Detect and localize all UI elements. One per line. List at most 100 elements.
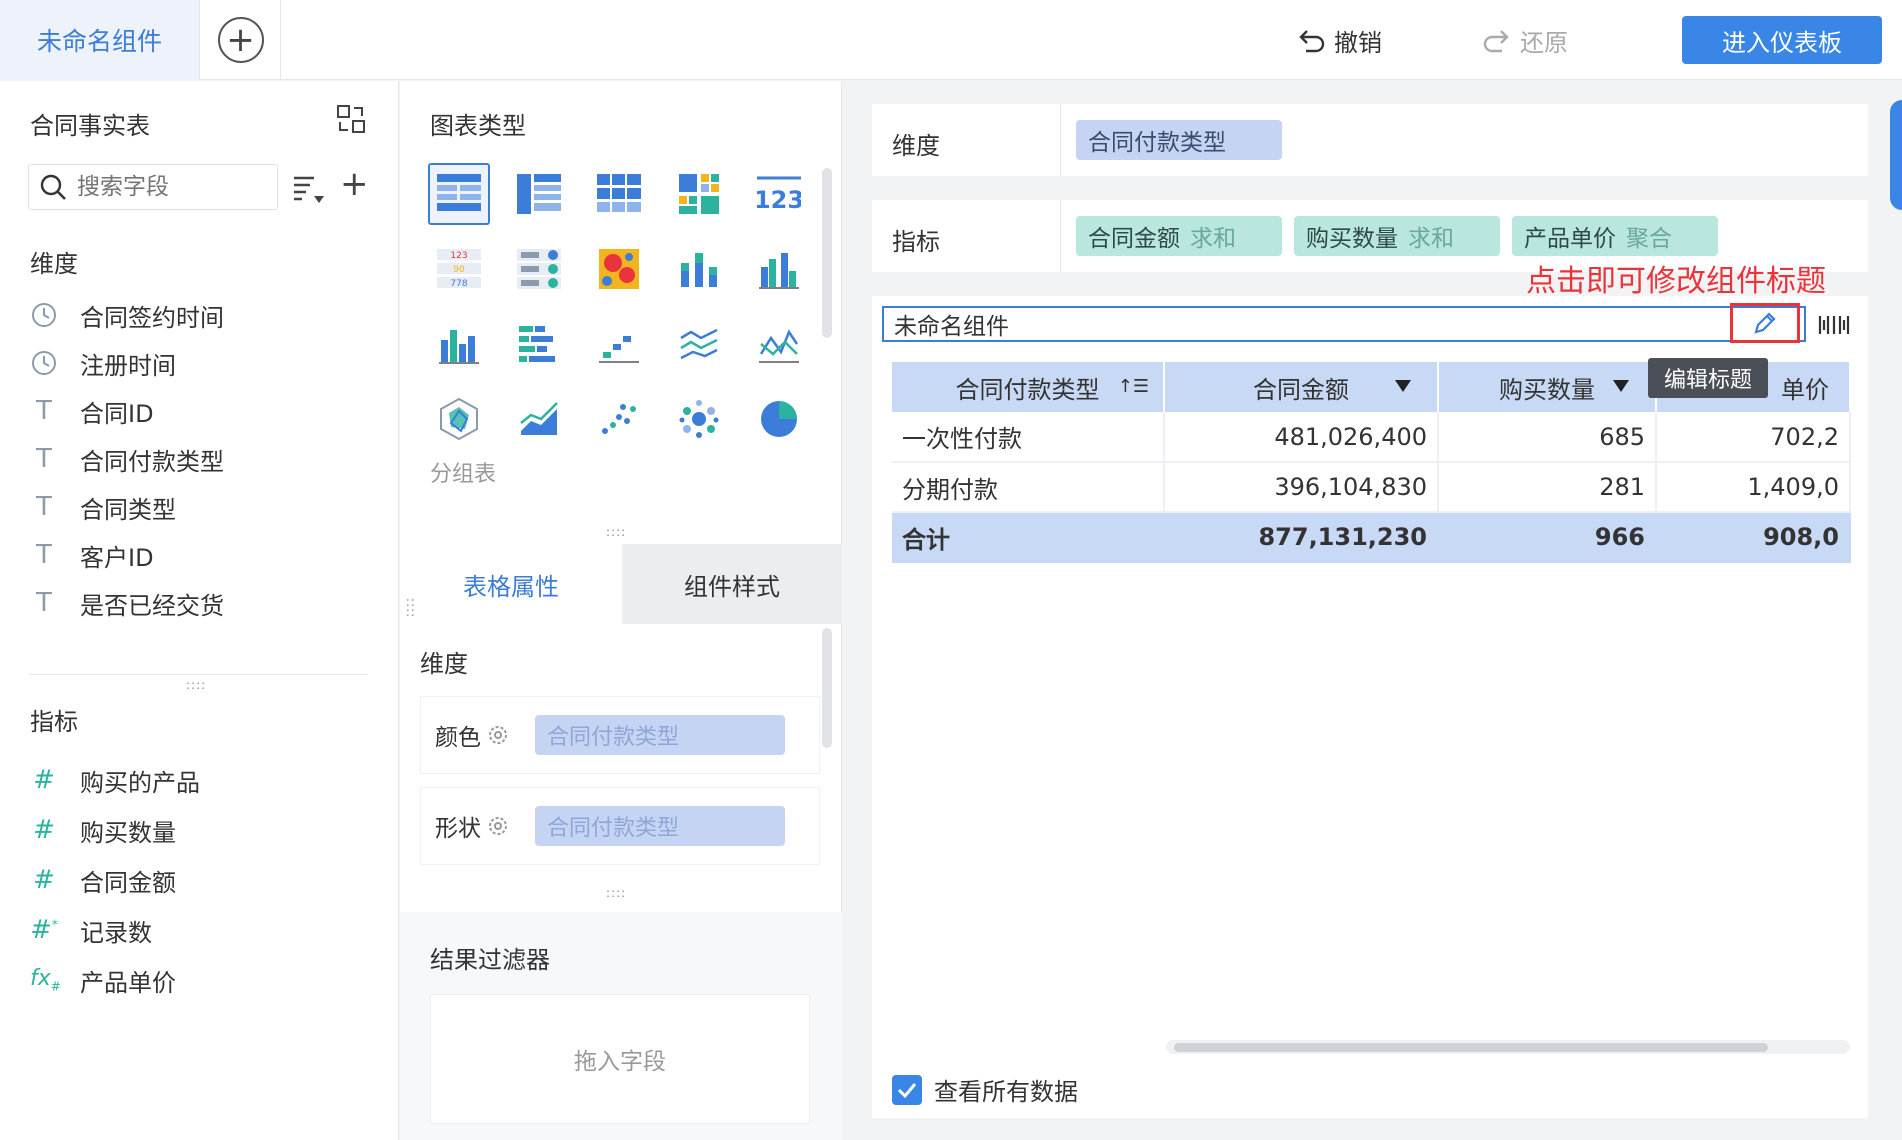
measure-shelf-label: 指标: [892, 228, 940, 256]
heatmap-icon: [599, 249, 639, 289]
tab-component-style[interactable]: 组件样式: [622, 544, 842, 624]
redo-label: 还原: [1520, 28, 1568, 57]
column-header-contract-amount[interactable]: 合同金额: [1164, 362, 1439, 412]
field-item-register-time[interactable]: 注册时间: [30, 343, 176, 383]
sort-filter-icon[interactable]: [292, 170, 328, 206]
color-field-pill[interactable]: 合同付款类型: [535, 715, 785, 755]
chart-type-cross-table[interactable]: [588, 163, 650, 225]
field-item-record-count[interactable]: #* 记录数: [30, 910, 152, 950]
enter-dashboard-button[interactable]: 进入仪表板: [1682, 16, 1882, 64]
text-icon: T: [36, 492, 52, 522]
vertical-grip-icon[interactable]: ::::: [404, 598, 418, 618]
chart-type-horizontal-bar[interactable]: [508, 313, 570, 375]
fx-icon: fx#: [30, 966, 61, 994]
pie-chart-icon: [761, 401, 797, 437]
stacked-bar-icon: [681, 253, 717, 287]
dimension-pill-payment-type[interactable]: 合同付款类型: [1076, 120, 1282, 160]
component-title-field[interactable]: 未命名组件: [882, 306, 1806, 342]
sort-ascending-icon[interactable]: ↑☰: [1118, 376, 1149, 397]
undo-button[interactable]: 撤销: [1296, 20, 1382, 60]
field-item-contract-sign-time[interactable]: 合同签约时间: [30, 295, 224, 335]
chart-type-area[interactable]: [508, 388, 570, 450]
hash-icon: #: [33, 815, 55, 845]
color-property-row[interactable]: 颜色 合同付款类型: [420, 696, 820, 774]
kpi-123-icon: 123: [757, 176, 801, 214]
field-item-contract-amount[interactable]: # 合同金额: [30, 860, 176, 900]
collapse-panel-handle[interactable]: [1890, 100, 1902, 210]
edit-title-button[interactable]: [1730, 303, 1800, 343]
dropdown-triangle-icon[interactable]: [1613, 380, 1629, 392]
properties-scrollbar[interactable]: [822, 628, 832, 748]
chart-type-scatter[interactable]: [588, 388, 650, 450]
grouped-bar-icon: [759, 253, 799, 289]
gear-icon[interactable]: [487, 724, 509, 746]
tab-table-properties[interactable]: 表格属性: [400, 544, 622, 624]
measure-pill-contract-amount[interactable]: 合同金额 求和: [1076, 216, 1282, 256]
header-label: 单价: [1781, 375, 1829, 404]
view-all-data-checkbox[interactable]: 查看所有数据: [892, 1072, 1078, 1107]
chart-type-heatmap[interactable]: [588, 238, 650, 300]
checkbox-checked-icon[interactable]: [892, 1074, 922, 1105]
chart-type-text-table[interactable]: 123 90 778: [428, 238, 490, 300]
chart-type-bubble[interactable]: [668, 388, 730, 450]
dimension-shelf[interactable]: [872, 104, 1868, 176]
column-width-icon[interactable]: [1818, 310, 1850, 340]
resize-grip-icon[interactable]: ::::: [186, 678, 206, 692]
clock-icon: [32, 303, 56, 327]
text-icon: T: [36, 444, 52, 474]
chart-type-stacked-bar[interactable]: [668, 238, 730, 300]
plus-circle-icon: +: [217, 17, 264, 63]
chart-type-step[interactable]: [588, 313, 650, 375]
add-tab-button[interactable]: +: [201, 0, 281, 80]
field-item-contract-type[interactable]: T 合同类型: [30, 487, 176, 527]
field-item-payment-type[interactable]: T 合同付款类型: [30, 439, 224, 479]
switch-dataset-icon[interactable]: [336, 104, 366, 134]
tab-unnamed-component[interactable]: 未命名组件: [0, 0, 200, 80]
step-chart-icon: [599, 336, 639, 363]
shape-field-pill[interactable]: 合同付款类型: [535, 806, 785, 846]
chart-type-indicator-card[interactable]: [508, 238, 570, 300]
radar-chart-icon: [440, 397, 478, 441]
chart-type-heat-table[interactable]: [668, 163, 730, 225]
chart-type-column[interactable]: [428, 313, 490, 375]
resize-grip-icon[interactable]: ::::: [606, 525, 626, 539]
chart-type-radar[interactable]: [428, 388, 490, 450]
table-cell: 908,0: [1656, 512, 1851, 563]
table-cell: 877,131,230: [1164, 512, 1439, 563]
search-field[interactable]: [28, 164, 278, 210]
measure-pill-unit-price[interactable]: 产品单价 聚合: [1512, 216, 1718, 256]
filter-drop-zone[interactable]: 拖入字段: [430, 994, 810, 1124]
dropdown-triangle-icon[interactable]: [1395, 380, 1411, 392]
chart-type-pie[interactable]: [748, 388, 810, 450]
horizontal-scrollbar-thumb[interactable]: [1174, 1043, 1768, 1052]
field-label: 合同签约时间: [80, 303, 224, 332]
chart-type-grouped-bar[interactable]: [748, 238, 810, 300]
table-cell: 966: [1438, 512, 1657, 563]
chart-type-kpi[interactable]: 123: [748, 163, 810, 225]
field-item-unit-price[interactable]: fx# 产品单价: [30, 960, 176, 1000]
search-input[interactable]: [77, 174, 257, 200]
column-header-purchase-quantity[interactable]: 购买数量: [1438, 362, 1657, 412]
chart-type-line[interactable]: [668, 313, 730, 375]
horizontal-bar-icon: [519, 326, 555, 362]
chart-type-scrollbar[interactable]: [822, 168, 832, 338]
field-item-customer-id[interactable]: T 客户ID: [30, 535, 154, 575]
chart-type-detail-table[interactable]: [508, 163, 570, 225]
chart-type-group-table[interactable]: [428, 163, 490, 225]
column-header-payment-type[interactable]: 合同付款类型 ↑☰: [892, 362, 1165, 412]
resize-grip-icon[interactable]: ::::: [606, 886, 626, 900]
add-field-icon[interactable]: +: [340, 164, 369, 204]
field-item-purchased-product[interactable]: # 购买的产品: [30, 760, 200, 800]
measure-pill-purchase-quantity[interactable]: 购买数量 求和: [1294, 216, 1500, 256]
undo-label: 撤销: [1334, 28, 1382, 57]
field-item-purchase-quantity[interactable]: # 购买数量: [30, 810, 176, 850]
shape-property-row[interactable]: 形状 合同付款类型: [420, 787, 820, 865]
field-item-delivered[interactable]: T 是否已经交货: [30, 583, 224, 623]
redo-button[interactable]: 还原: [1482, 20, 1568, 60]
chart-type-area-line[interactable]: [748, 313, 810, 375]
table-cell: 一次性付款: [892, 412, 1165, 463]
field-item-contract-id[interactable]: T 合同ID: [30, 391, 154, 431]
redo-icon: [1483, 30, 1509, 53]
dimension-section-label: 维度: [30, 250, 78, 278]
gear-icon[interactable]: [487, 815, 509, 837]
